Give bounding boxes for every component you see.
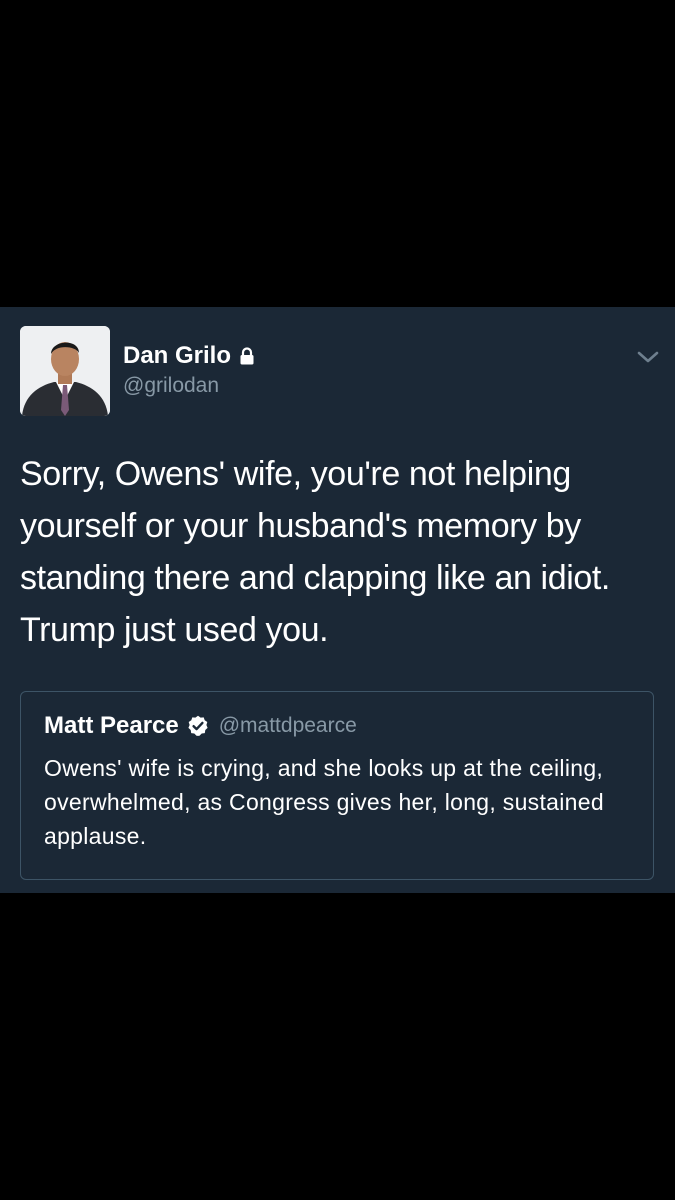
lock-icon (240, 347, 254, 365)
user-name[interactable]: Dan Grilo (123, 342, 231, 370)
tweet-text: Sorry, Owens' wife, you're not helping y… (20, 455, 610, 649)
user-avatar[interactable] (20, 326, 110, 416)
quoted-user-name[interactable]: Matt Pearce (44, 712, 179, 740)
quoted-tweet[interactable]: Matt Pearce @mattdpearce Owens' wife is … (20, 691, 654, 880)
chevron-down-icon[interactable] (636, 349, 660, 365)
verified-badge-icon (188, 715, 208, 736)
user-handle[interactable]: @grilodan (123, 373, 219, 399)
user-name-row: Dan Grilo (123, 342, 255, 370)
quoted-user-handle[interactable]: @mattdpearce (219, 714, 357, 738)
quoted-tweet-text: Owens' wife is crying, and she looks up … (44, 755, 604, 849)
avatar-photo-icon (20, 326, 110, 416)
tweet-card: Dan Grilo @grilodan Sorry, Owens' wife, … (0, 307, 675, 893)
quoted-tweet-header: Matt Pearce @mattdpearce (44, 712, 357, 740)
